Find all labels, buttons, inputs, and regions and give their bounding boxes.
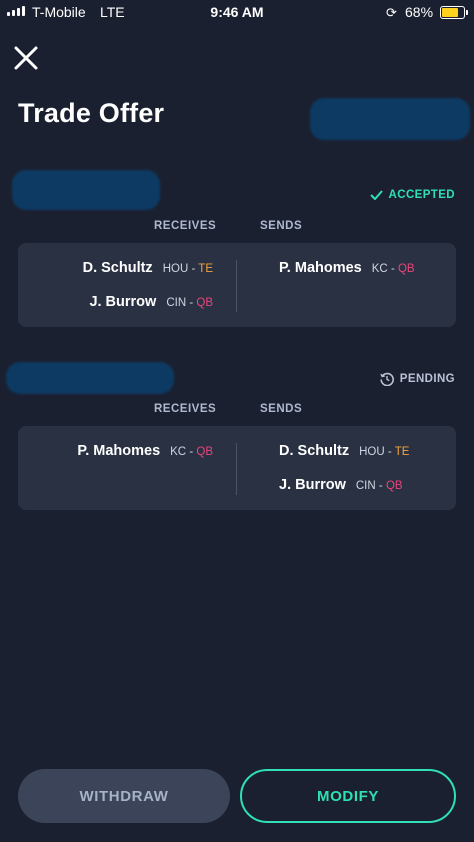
battery-icon — [440, 6, 468, 19]
sends-header: SENDS — [260, 403, 303, 415]
send-player-row: J. Burrow CIN - QB — [279, 477, 403, 493]
player-team-position: KC - QB — [170, 446, 213, 458]
receive-player-row: J. Burrow CIN - QB — [89, 294, 213, 310]
close-icon[interactable] — [12, 44, 40, 72]
checkmark-icon — [369, 190, 383, 200]
player-name: D. Schultz — [82, 260, 153, 276]
pending-status-badge: PENDING — [380, 372, 455, 386]
battery-percent: 68% — [405, 4, 434, 20]
player-team-position: CIN - QB — [355, 480, 403, 492]
receive-player-row: D. Schultz HOU - TE — [83, 260, 213, 276]
status-label: PENDING — [399, 373, 455, 385]
trade-card-pending: P. Mahomes KC - QB D. Schultz HOU - TE J… — [18, 426, 456, 510]
redacted-area — [310, 98, 470, 140]
player-name: P. Mahomes — [77, 443, 161, 459]
receives-header: RECEIVES — [154, 220, 217, 232]
send-player-row: P. Mahomes KC - QB — [279, 260, 415, 276]
status-label: ACCEPTED — [388, 189, 455, 201]
send-player-row: D. Schultz HOU - TE — [279, 443, 409, 459]
sends-header: SENDS — [260, 220, 303, 232]
player-team-position: HOU - TE — [162, 263, 213, 275]
redacted-area — [12, 170, 160, 210]
receive-player-row: P. Mahomes KC - QB — [77, 443, 213, 459]
trade-card-accepted: D. Schultz HOU - TE J. Burrow CIN - QB P… — [18, 243, 456, 327]
player-name: J. Burrow — [89, 294, 157, 310]
card-divider — [236, 260, 237, 312]
page-title: Trade Offer — [18, 98, 165, 128]
status-time: 9:46 AM — [210, 4, 264, 20]
player-team-position: HOU - TE — [359, 446, 410, 458]
withdraw-button[interactable]: WITHDRAW — [18, 769, 230, 823]
player-name: P. Mahomes — [279, 260, 362, 276]
player-team-position: CIN - QB — [166, 297, 213, 309]
card-divider — [236, 443, 237, 495]
rotation-lock-icon: ⟳ — [386, 5, 397, 20]
modify-button[interactable]: MODIFY — [240, 769, 456, 823]
status-bar: T-Mobile LTE 9:46 AM ⟳ 68% — [0, 0, 474, 24]
redacted-area — [6, 362, 174, 394]
player-team-position: KC - QB — [371, 263, 415, 275]
receives-header: RECEIVES — [154, 403, 217, 415]
accepted-status-badge: ACCEPTED — [369, 189, 455, 201]
player-name: D. Schultz — [279, 443, 350, 459]
history-clock-icon — [380, 372, 394, 386]
player-name: J. Burrow — [279, 477, 346, 493]
